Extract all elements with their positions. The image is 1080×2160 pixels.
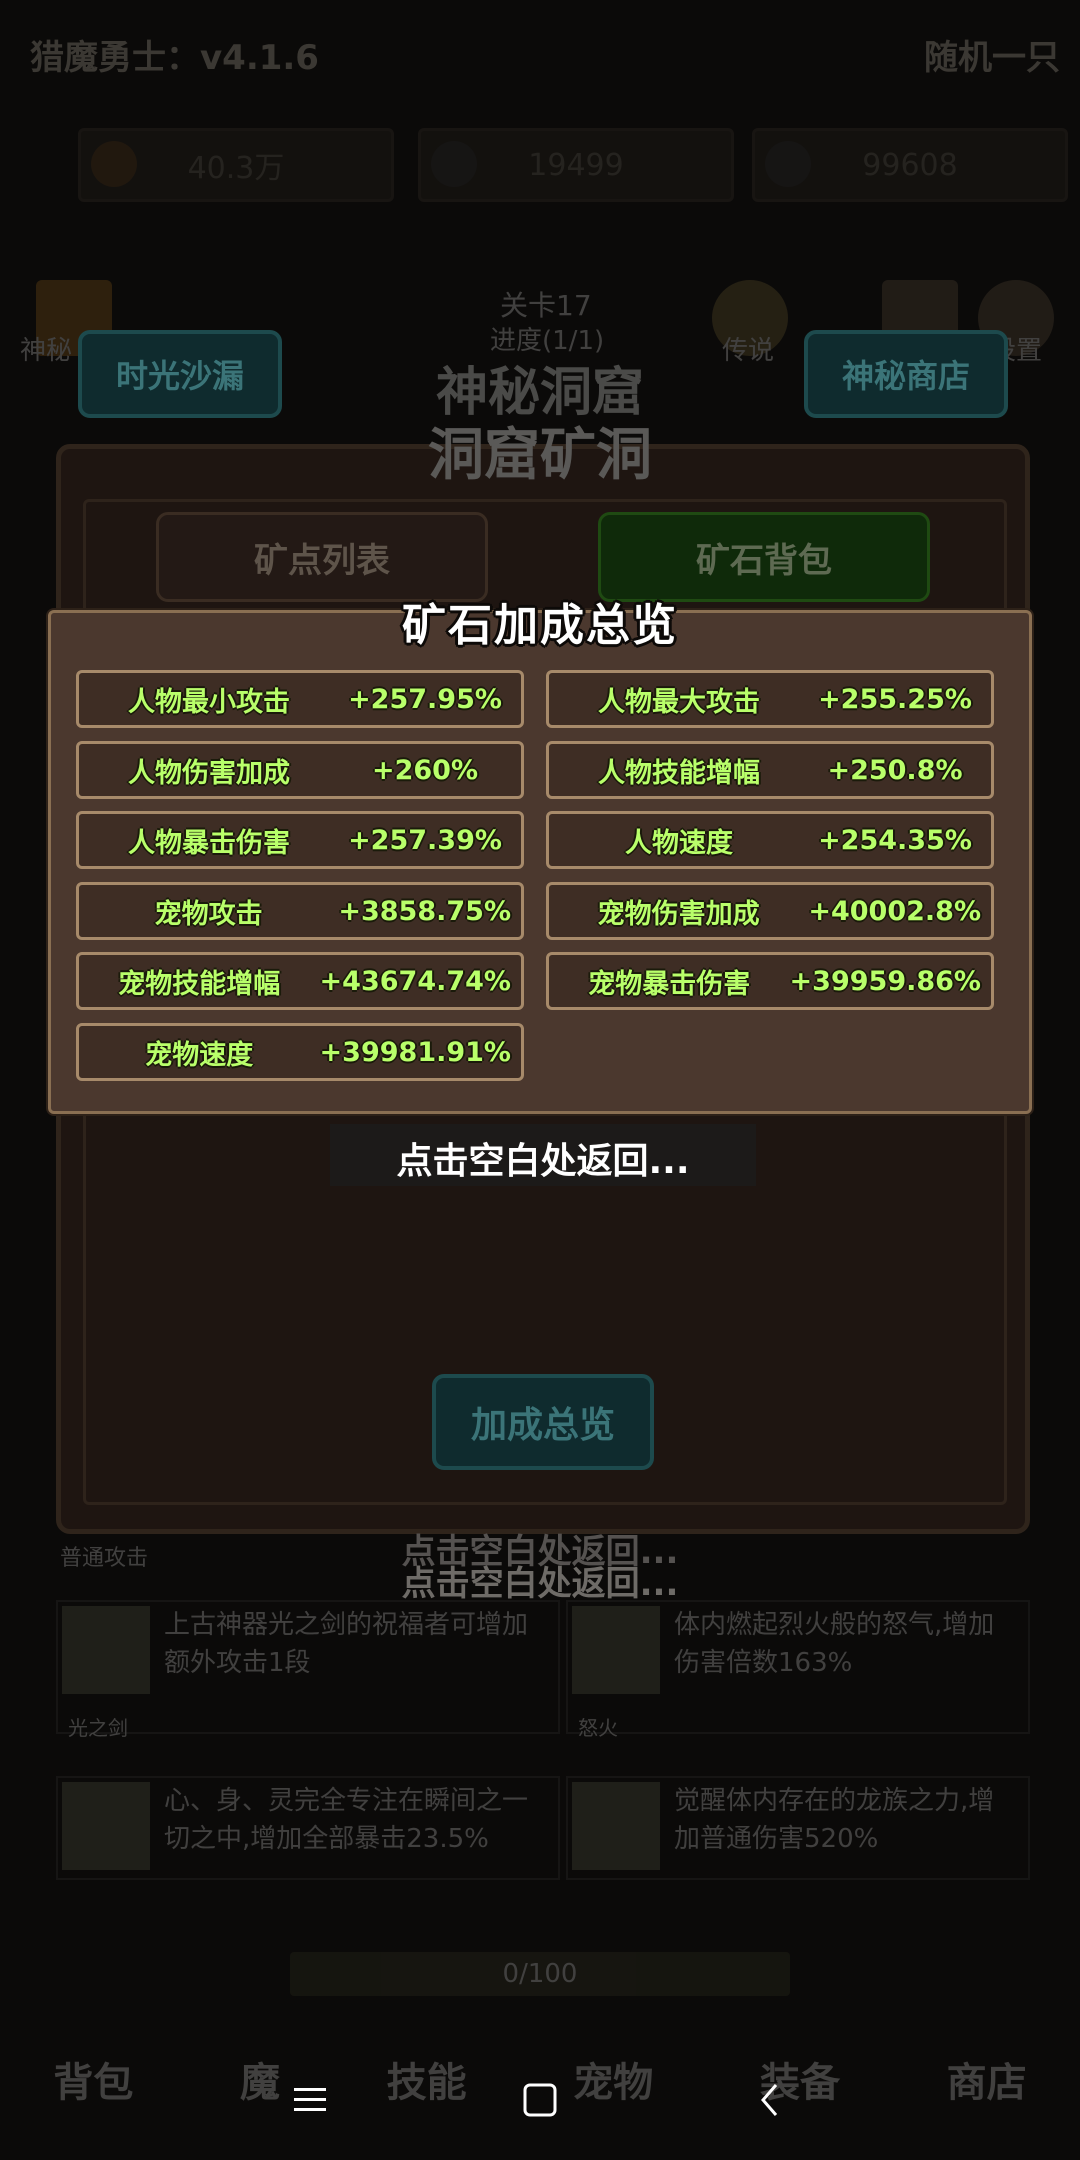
bonus-stat-value: +257.39% [348, 824, 502, 856]
bonus-stat-value: +40002.8% [808, 895, 981, 927]
skill-1-name: 光之剑 [68, 1716, 128, 1740]
version-text: 猎魔勇士：v4.1.6 [30, 38, 319, 78]
bonus-stat-value: +257.95% [348, 683, 502, 715]
bonus-stat-value: +255.25% [818, 683, 972, 715]
bonus-stat-name: 人物暴击伤害 [128, 827, 290, 859]
gold-resource: 40.3万 [78, 128, 394, 202]
bonus-stat-name: 宠物攻击 [154, 898, 263, 930]
skill-card-2[interactable]: 体内燃起烈火般的怒气,增加伤害倍数163% 怒火 [566, 1600, 1030, 1740]
back-icon[interactable] [740, 2070, 800, 2130]
bonus-stat: 人物最大攻击 +255.25% [546, 670, 994, 728]
bonus-stat-value: +254.35% [818, 824, 972, 856]
gold-value: 40.3万 [187, 151, 285, 186]
popup-title: 矿石加成总览 [402, 600, 678, 651]
energy-resource: 99608 [752, 128, 1068, 202]
bonus-stat-name: 宠物技能增幅 [118, 968, 281, 1000]
bonus-stat-value: +39981.91% [319, 1036, 511, 1068]
hint-behind-2: 点击空白处返回... [401, 1564, 679, 1604]
bonus-stat: 宠物技能增幅 +43674.74% [76, 952, 524, 1010]
bonus-stat-name: 宠物暴击伤害 [588, 968, 751, 1000]
bonus-stat: 宠物速度 +39981.91% [76, 1023, 524, 1081]
cave-mine-title: 洞窟矿洞 [428, 423, 652, 488]
skill-4-icon [572, 1782, 660, 1870]
skill-card-1[interactable]: 上古神器光之剑的祝福者可增加额外攻击1段 光之剑 [56, 1600, 560, 1740]
skill-1-text: 上古神器光之剑的祝福者可增加额外攻击1段 [164, 1610, 529, 1678]
bonus-stat-value: +43674.74% [319, 965, 511, 997]
system-nav-bar [0, 2040, 1080, 2160]
bonus-stat-name: 人物最大攻击 [598, 686, 760, 718]
gem-value: 19499 [528, 147, 624, 183]
skill-2-text: 体内燃起烈火般的怒气,增加伤害倍数163% [674, 1610, 995, 1678]
bonus-stat: 宠物攻击 +3858.75% [76, 882, 524, 940]
home-icon[interactable] [510, 2070, 570, 2130]
player-name: 随机一只 [924, 38, 1060, 78]
skill-2-icon [572, 1606, 660, 1694]
skill-card-4[interactable]: 觉醒体内存在的龙族之力,增加普通伤害520% [566, 1776, 1030, 1880]
bonus-stat: 人物速度 +254.35% [546, 811, 994, 869]
bottom-progress-text: 0/100 [502, 1959, 578, 1989]
bonus-stat-name: 宠物速度 [145, 1039, 254, 1071]
bottom-progress-bar: 0/100 [290, 1952, 790, 1996]
bonus-stat-value: +3858.75% [338, 895, 511, 927]
bonus-overview-button[interactable]: 加成总览 [432, 1374, 654, 1470]
bonus-stat-name: 宠物伤害加成 [597, 898, 760, 930]
energy-icon [765, 141, 811, 187]
skill-1-icon [62, 1606, 150, 1694]
gold-icon [91, 141, 137, 187]
skill-card-3[interactable]: 心、身、灵完全专注在瞬间之一切之中,增加全部暴击23.5% [56, 1776, 560, 1880]
bonus-stat: 人物最小攻击 +257.95% [76, 670, 524, 728]
bonus-stat-value: +250.8% [827, 754, 963, 786]
bonus-stat: 人物技能增幅 +250.8% [546, 741, 994, 799]
skill-3-text: 心、身、灵完全专注在瞬间之一切之中,增加全部暴击23.5% [164, 1786, 529, 1854]
bonus-stat: 宠物伤害加成 +40002.8% [546, 882, 994, 940]
skill-2-name: 怒火 [578, 1716, 618, 1740]
skill-4-text: 觉醒体内存在的龙族之力,增加普通伤害520% [674, 1786, 995, 1854]
bonus-stat: 宠物暴击伤害 +39959.86% [546, 952, 994, 1010]
bonus-stat: 人物伤害加成 +260% [76, 741, 524, 799]
gem-icon [431, 141, 477, 187]
bonus-stat-name: 人物最小攻击 [128, 686, 290, 718]
popup-hint[interactable]: 点击空白处返回... [330, 1132, 756, 1184]
bonus-stat-name: 人物伤害加成 [128, 757, 290, 789]
bonus-stat-value: +39959.86% [789, 965, 981, 997]
bonus-stat: 人物暴击伤害 +257.39% [76, 811, 524, 869]
menu-icon[interactable] [280, 2070, 340, 2130]
energy-value: 99608 [862, 147, 958, 183]
bonus-stat-name: 人物速度 [625, 827, 733, 859]
skill-3-icon [62, 1782, 150, 1870]
gem-resource: 19499 [418, 128, 734, 202]
bonus-stat-name: 人物技能增幅 [598, 757, 760, 789]
stage-label: 关卡17 [500, 289, 592, 322]
bonus-stat-value: +260% [371, 754, 479, 786]
